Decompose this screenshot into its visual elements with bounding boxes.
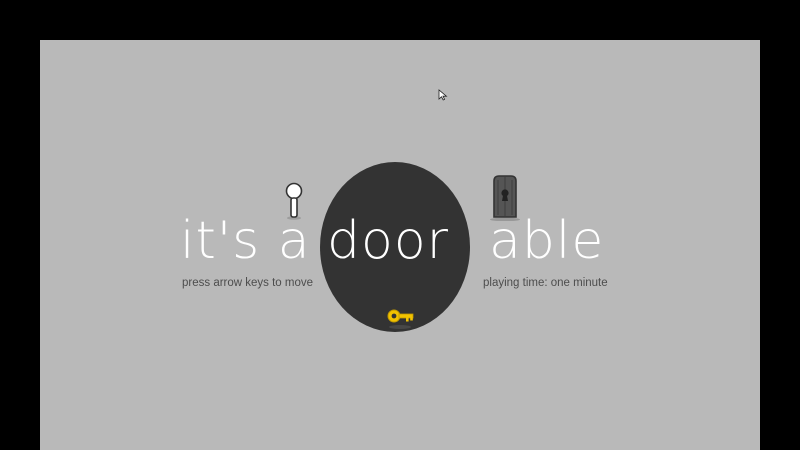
stick-figure-icon[interactable] [284, 182, 304, 220]
game-canvas[interactable]: it's a door able press arrow keys to mov… [40, 40, 760, 450]
key-icon[interactable] [386, 306, 416, 330]
title-right-text: able [489, 211, 605, 271]
game-window: it's a door able press arrow keys to mov… [0, 0, 800, 450]
title-left-text: it's a [180, 211, 311, 271]
title-middle-text: door [327, 211, 450, 271]
mouse-pointer-icon [438, 89, 448, 101]
top-letterbox [0, 0, 800, 40]
instructions-text: press arrow keys to move [182, 277, 314, 289]
playing-time-text: playing time: one minute [483, 277, 608, 289]
locked-door-icon[interactable] [488, 173, 522, 221]
